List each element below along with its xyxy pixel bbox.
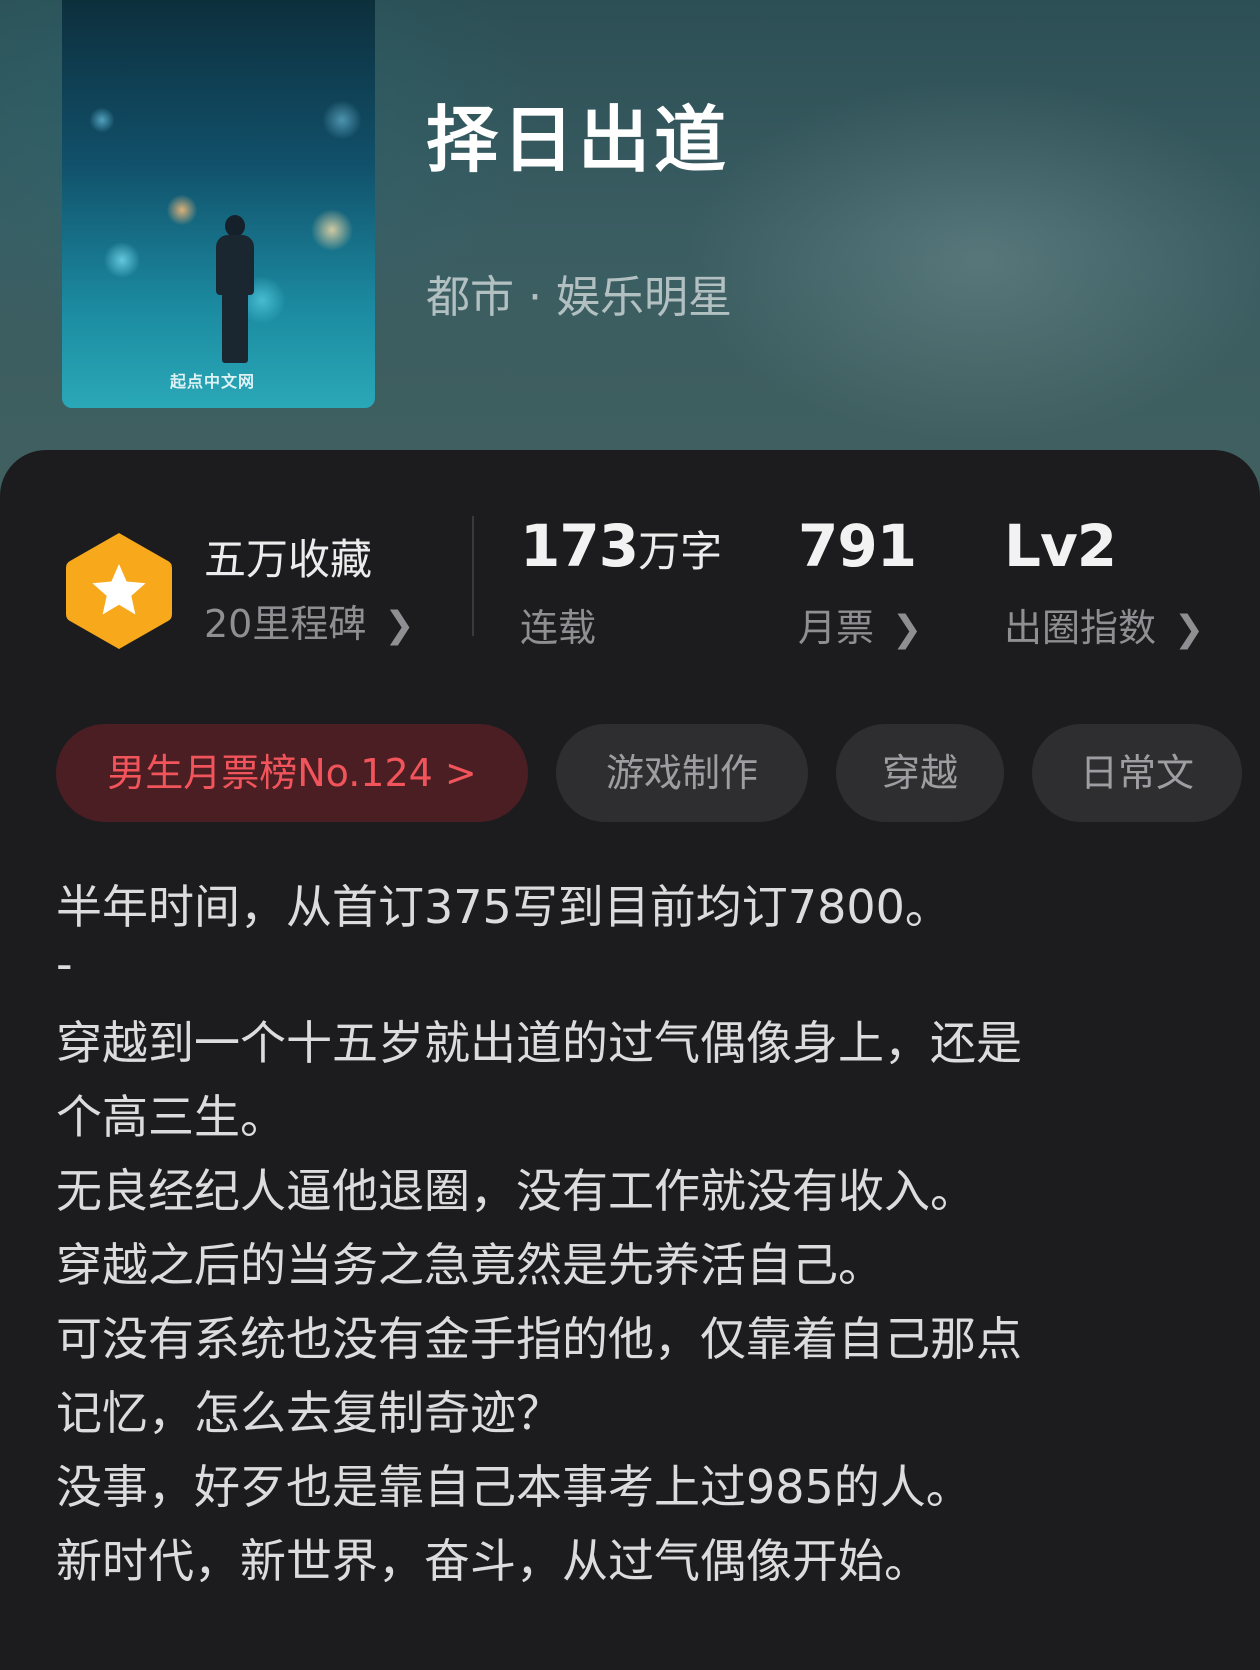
description-line: 记忆，怎么去复制奇迹？ [56, 1386, 562, 1440]
tag-slice-of-life[interactable]: 日常文 [1032, 724, 1242, 822]
chevron-right-icon: ❯ [892, 609, 923, 650]
cover-watermark: 起点中文网 [170, 372, 256, 391]
description-line: 个高三生。 [56, 1090, 286, 1144]
book-title: 择日出道 [426, 98, 731, 182]
collection-milestone-sub[interactable]: 20里程碑 ❯ [204, 600, 415, 650]
description-line: 穿越到一个十五岁就出道的过气偶像身上，还是 [56, 1016, 1022, 1070]
description-line: 没事，好歹也是靠自己本事考上过985的人。 [56, 1460, 972, 1514]
level-value[interactable]: Lv2 [1004, 517, 1117, 578]
description-separator: - [56, 937, 73, 991]
tag-time-travel[interactable]: 穿越 [836, 724, 1004, 822]
book-description[interactable]: 半年时间，从首订375写到目前均订7800。 - 穿越到一个十五岁就出道的过气偶… [56, 870, 1206, 1598]
stats-divider [472, 516, 474, 636]
description-line: 半年时间，从首订375写到目前均订7800。 [56, 880, 951, 934]
tag-game-production[interactable]: 游戏制作 [556, 724, 808, 822]
monthly-rank-tag[interactable]: 男生月票榜No.124 > [56, 724, 528, 822]
level-number: Lv2 [1004, 512, 1117, 580]
word-count-unit: 万字 [638, 527, 723, 576]
level-link[interactable]: 出圈指数 ❯ [1004, 604, 1204, 654]
cover-figure [212, 215, 258, 365]
word-count-number: 173 [520, 512, 639, 580]
chevron-right-icon: ❯ [1174, 609, 1205, 650]
monthly-ticket-label: 月票 [798, 606, 875, 650]
monthly-ticket-count[interactable]: 791 [798, 517, 917, 578]
collection-milestone-label: 20里程碑 [204, 602, 367, 646]
description-line: 可没有系统也没有金手指的他，仅靠着自己那点 [56, 1312, 1022, 1366]
book-header: 起点中文网 择日出道 都市 · 娱乐明星 [0, 0, 1260, 520]
monthly-ticket-link[interactable]: 月票 ❯ [798, 604, 922, 654]
description-line: 穿越之后的当务之急竟然是先养活自己。 [56, 1238, 884, 1292]
chevron-right-icon: ❯ [384, 605, 415, 646]
serial-status: 连载 [520, 606, 597, 650]
description-line: 无良经纪人逼他退圈，没有工作就没有收入。 [56, 1164, 976, 1218]
book-category: 都市 · 娱乐明星 [426, 272, 732, 323]
book-cover[interactable]: 起点中文网 [62, 0, 375, 408]
description-line: 新时代，新世界，奋斗，从过气偶像开始。 [56, 1534, 930, 1588]
star-badge-icon[interactable] [64, 530, 174, 652]
level-label: 出圈指数 [1004, 606, 1157, 650]
collection-milestone-title[interactable]: 五万收藏 [204, 534, 372, 586]
word-count: 173万字 [520, 517, 723, 578]
monthly-ticket-number: 791 [798, 512, 917, 580]
